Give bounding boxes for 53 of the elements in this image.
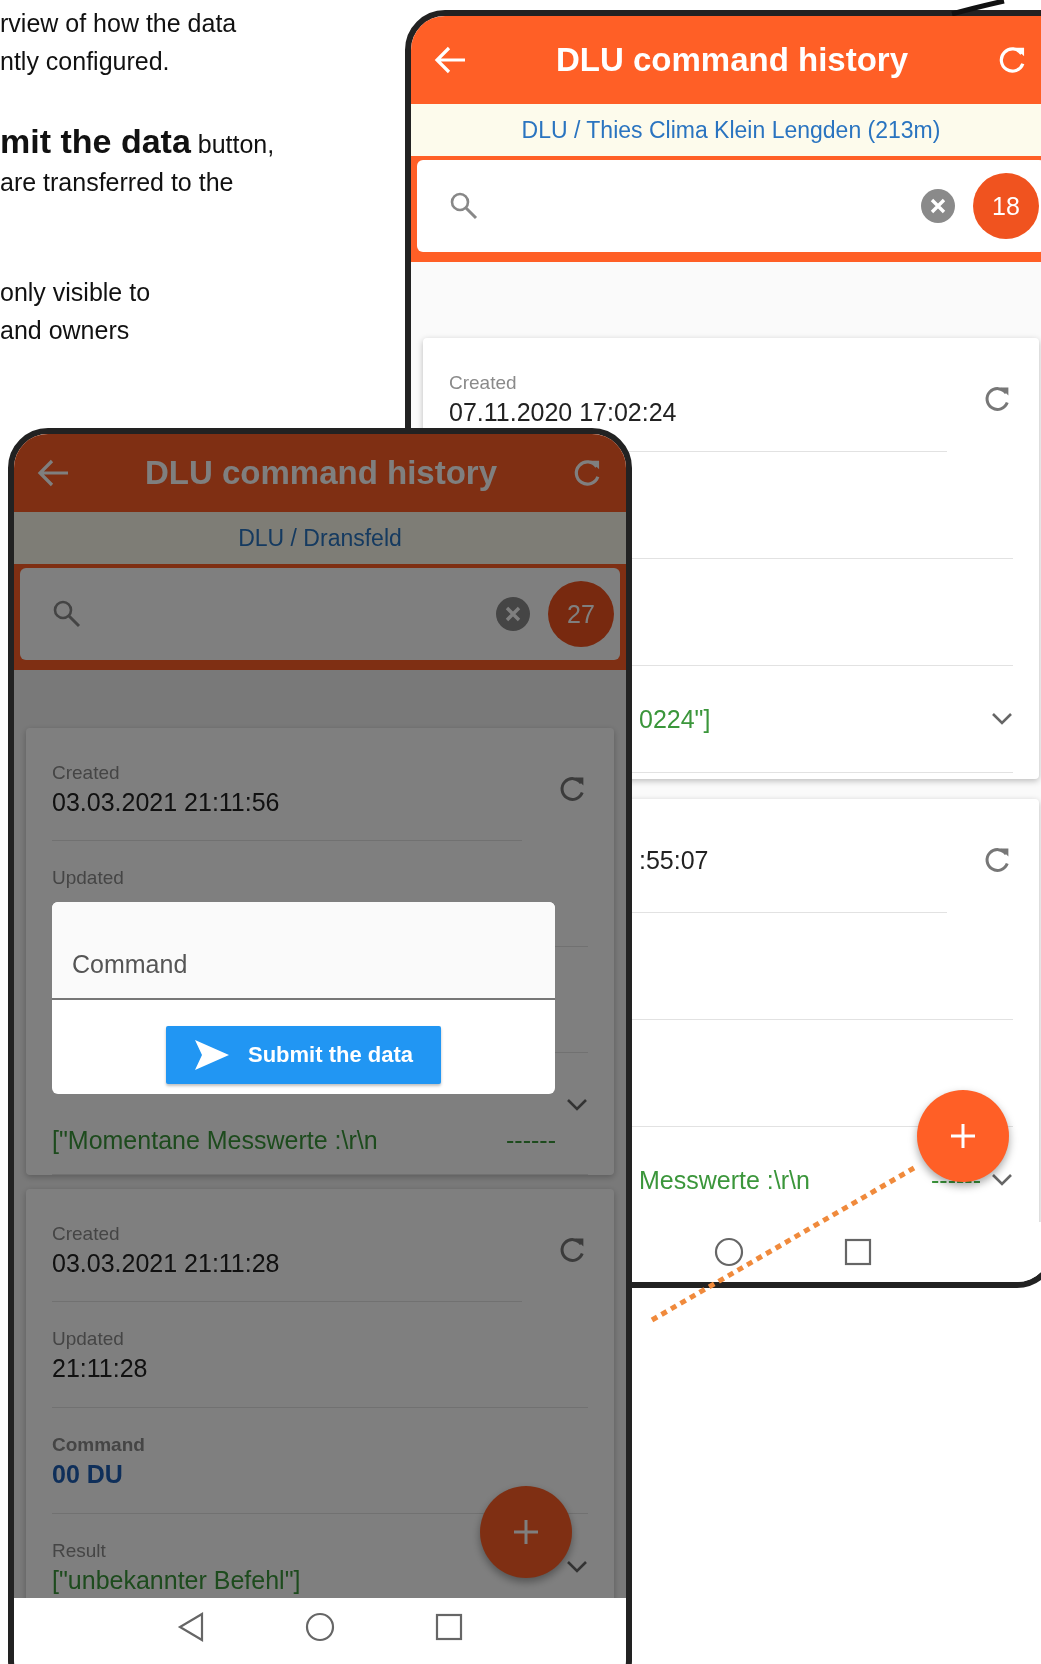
clear-icon[interactable] (496, 597, 530, 631)
chevron-down-icon[interactable] (566, 1559, 588, 1574)
search-icon (449, 191, 479, 221)
field-value: ["Momentane Messwerte :\r\n (52, 1125, 378, 1156)
text-line: only visible to (0, 277, 152, 308)
search-field[interactable]: 18 (417, 160, 1041, 252)
command-input[interactable]: Command (52, 902, 555, 1000)
plus-icon (950, 1123, 976, 1149)
field-label: Updated (52, 1326, 124, 1351)
result-dashes: ------ (506, 1125, 556, 1155)
chevron-down-icon[interactable] (991, 1173, 1013, 1187)
count-badge: 27 (548, 581, 614, 647)
location-text: DLU / Dransfeld (238, 524, 402, 552)
field-label: Created (52, 760, 120, 785)
field-value: 03.03.2021 21:11:28 (52, 1247, 280, 1279)
field-label: Created (52, 1221, 120, 1246)
field-value: 0224"] (639, 704, 711, 735)
text-line: are transferred to the (0, 167, 235, 198)
text-line: mit the data button, (0, 122, 276, 162)
text-line: and owners (0, 315, 131, 346)
home-icon[interactable] (714, 1237, 744, 1267)
recents-icon[interactable] (844, 1238, 872, 1266)
field-value: ["unbekannter Befehl"] (52, 1564, 301, 1596)
result-dashes: ------ (931, 1165, 981, 1195)
field-value: 03.03.2021 21:11:56 (52, 786, 280, 818)
field-label: Command (52, 1432, 145, 1457)
count-badge: 18 (973, 173, 1039, 239)
field-value: :55:07 (639, 845, 709, 876)
submit-button[interactable]: Submit the data (166, 1026, 441, 1084)
field-value: 07.11.2020 17:02:24 (449, 397, 677, 428)
chevron-down-icon[interactable] (566, 1097, 588, 1112)
location-text: DLU / Thies Clima Klein Lengden (213m) (521, 116, 941, 144)
field-value: 00 DU (52, 1458, 123, 1490)
text-line: ntly configured. (0, 46, 171, 77)
app-title: DLU command history (554, 41, 909, 79)
send-icon (194, 1039, 230, 1071)
home-icon[interactable] (305, 1612, 335, 1642)
back-arrow-icon[interactable] (433, 45, 467, 75)
search-field[interactable]: 27 (20, 568, 620, 660)
chevron-down-icon[interactable] (991, 712, 1013, 726)
clear-icon[interactable] (921, 189, 955, 223)
field-label: Created (449, 371, 517, 395)
field-label: Result (52, 1538, 106, 1563)
app-title: DLU command history (143, 454, 498, 492)
search-icon (52, 599, 82, 629)
field-label: Updated (52, 865, 124, 890)
field-value: 21:11:28 (52, 1352, 148, 1384)
field-value: Messwerte :\r\n (639, 1165, 810, 1196)
back-icon[interactable] (177, 1612, 205, 1642)
back-arrow-icon[interactable] (36, 458, 70, 488)
recents-icon[interactable] (435, 1613, 463, 1641)
plus-icon (513, 1519, 539, 1545)
text-line: rview of how the data (0, 8, 238, 39)
